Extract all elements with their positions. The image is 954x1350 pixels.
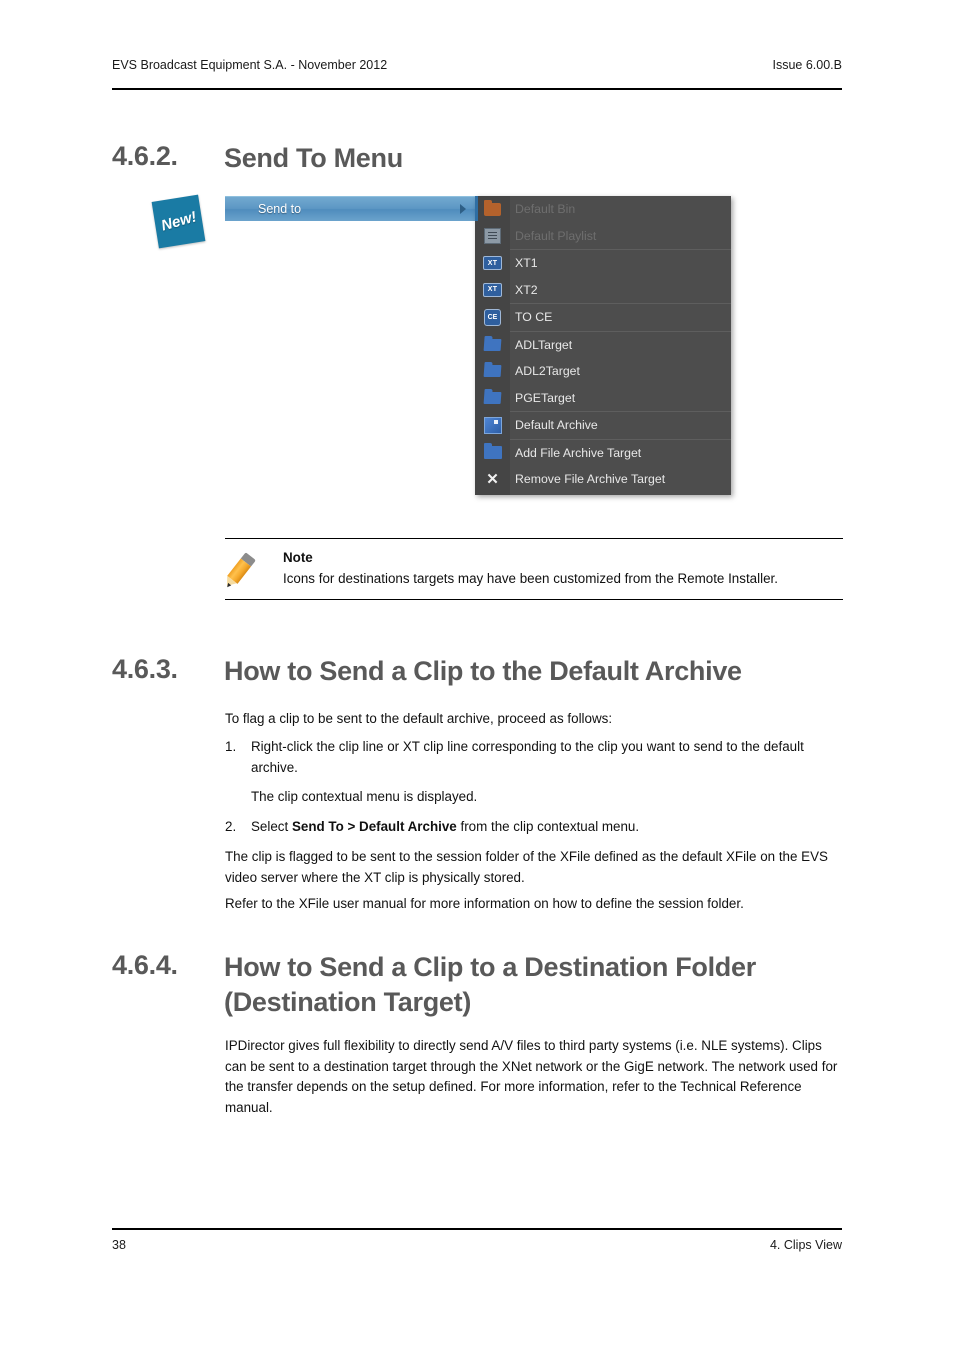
menu-item-send-to-label: Send to: [258, 202, 302, 216]
submenu-item-to-ce[interactable]: CE TO CE: [475, 304, 731, 331]
submenu-item-adltarget[interactable]: ADLTarget: [475, 332, 731, 359]
section-heading-463: 4.6.3. How to Send a Clip to the Default…: [112, 654, 742, 689]
xt-icon: XT: [475, 256, 510, 271]
folder-open-blue-icon: [475, 391, 510, 404]
ce-icon: CE: [475, 308, 510, 326]
new-badge-label: New!: [158, 208, 199, 235]
close-x-icon: ✕: [475, 471, 510, 487]
page-number: 38: [112, 1238, 126, 1252]
submenu-item-label: TO CE: [515, 310, 553, 325]
submenu-item-label: Default Archive: [515, 418, 598, 433]
submenu-item-adl2target[interactable]: ADL2Target: [475, 358, 731, 385]
step-result-text: The clip contextual menu is displayed.: [251, 789, 478, 804]
new-badge: New!: [151, 194, 206, 249]
section-title-464: How to Send a Clip to a Destination Fold…: [224, 952, 756, 1017]
submenu-item-xt1[interactable]: XT XT1: [475, 250, 731, 277]
submenu-item-label: Default Bin: [515, 202, 576, 217]
s463-steps: 1. Right-click the clip line or XT clip …: [225, 737, 843, 837]
list-item-text: Select Send To > Default Archive from th…: [251, 817, 843, 838]
chevron-right-icon: [460, 204, 466, 214]
note-body: Note Icons for destinations targets may …: [283, 548, 843, 589]
list-item: 2. Select Send To > Default Archive from…: [225, 817, 843, 838]
submenu-item-label: Remove File Archive Target: [515, 472, 666, 487]
document-page: EVS Broadcast Equipment S.A. - November …: [0, 0, 954, 1350]
step2-text-after: from the clip contextual menu.: [456, 818, 640, 834]
submenu-item-pgetarget[interactable]: PGETarget: [475, 385, 731, 412]
section-number-464: 4.6.4.: [112, 950, 178, 980]
submenu-item-label: PGETarget: [515, 390, 576, 405]
send-to-submenu: Default Bin Default Playlist XT XT1 XT X…: [475, 196, 731, 495]
xt-icon: XT: [475, 282, 510, 297]
pencil-icon: [222, 548, 283, 590]
folder-closed-blue-icon: [475, 443, 510, 460]
ce-icon-text: CE: [484, 308, 501, 326]
step-result: The clip contextual menu is displayed.: [225, 787, 843, 808]
header-right-text: Issue 6.00.B: [772, 58, 843, 72]
close-x-glyph: ✕: [486, 470, 499, 488]
note-title: Note: [283, 550, 313, 565]
s463-para2: Refer to the XFile user manual for more …: [225, 896, 744, 911]
submenu-item-label: XT2: [515, 282, 538, 297]
submenu-item-xt2[interactable]: XT XT2: [475, 277, 731, 304]
submenu-item-label: ADL2Target: [515, 364, 580, 379]
section-heading-462: 4.6.2. Send To Menu: [112, 141, 403, 176]
submenu-item-default-bin: Default Bin: [475, 196, 731, 223]
send-to-menu-figure: New! Send to Default Bin Default Playlis…: [150, 193, 735, 523]
footer-divider: [112, 1228, 842, 1230]
submenu-item-label: XT1: [515, 256, 538, 271]
s463-intro: To flag a clip to be sent to the default…: [225, 711, 613, 726]
step2-bold-path: Send To > Default Archive: [291, 818, 457, 834]
step2-text-before: Select: [251, 818, 292, 834]
section-title-462: Send To Menu: [224, 143, 403, 173]
list-item-number: 1.: [225, 739, 237, 754]
page-header: EVS Broadcast Equipment S.A. - November …: [112, 58, 842, 72]
s463-para1: The clip is flagged to be sent to the se…: [225, 849, 828, 885]
playlist-icon: [475, 227, 510, 244]
folder-open-blue-icon: [475, 365, 510, 378]
submenu-item-default-playlist: Default Playlist: [475, 223, 731, 250]
section-number-463: 4.6.3.: [112, 654, 178, 684]
submenu-item-remove-file-archive-target[interactable]: ✕ Remove File Archive Target: [475, 466, 731, 493]
list-item-number: 2.: [225, 818, 237, 834]
header-left-text: EVS Broadcast Equipment S.A. - November …: [112, 58, 388, 72]
submenu-item-add-file-archive-target[interactable]: Add File Archive Target: [475, 440, 731, 467]
note-box: Note Icons for destinations targets may …: [222, 538, 843, 600]
section-heading-464: 4.6.4. How to Send a Clip to a Destinati…: [112, 950, 844, 1019]
s464-para1: IPDirector gives full flexibility to dir…: [225, 1038, 838, 1115]
submenu-item-default-archive[interactable]: Default Archive: [475, 412, 731, 439]
menu-item-send-to[interactable]: Send to: [225, 196, 478, 221]
header-divider: [112, 88, 842, 90]
footer-chapter: 4. Clips View: [769, 1238, 842, 1252]
folder-open-blue-icon: [475, 338, 510, 351]
submenu-item-label: Add File Archive Target: [515, 445, 642, 460]
folder-orange-icon: [475, 199, 510, 216]
context-menu-panel: [225, 221, 478, 333]
page-footer: 38 4. Clips View: [112, 1238, 842, 1252]
xt-icon-text: XT: [483, 256, 502, 271]
section-number-462: 4.6.2.: [112, 141, 178, 171]
note-text: Icons for destinations targets may have …: [283, 570, 778, 586]
submenu-item-label: Default Playlist: [515, 228, 597, 243]
xt-icon-text: XT: [483, 282, 502, 297]
list-item-text: Right-click the clip line or XT clip lin…: [251, 739, 804, 775]
archive-box-icon: [475, 416, 510, 434]
list-item: 1. Right-click the clip line or XT clip …: [225, 737, 843, 778]
section-title-463: How to Send a Clip to the Default Archiv…: [224, 656, 742, 686]
submenu-item-label: ADLTarget: [515, 337, 573, 352]
